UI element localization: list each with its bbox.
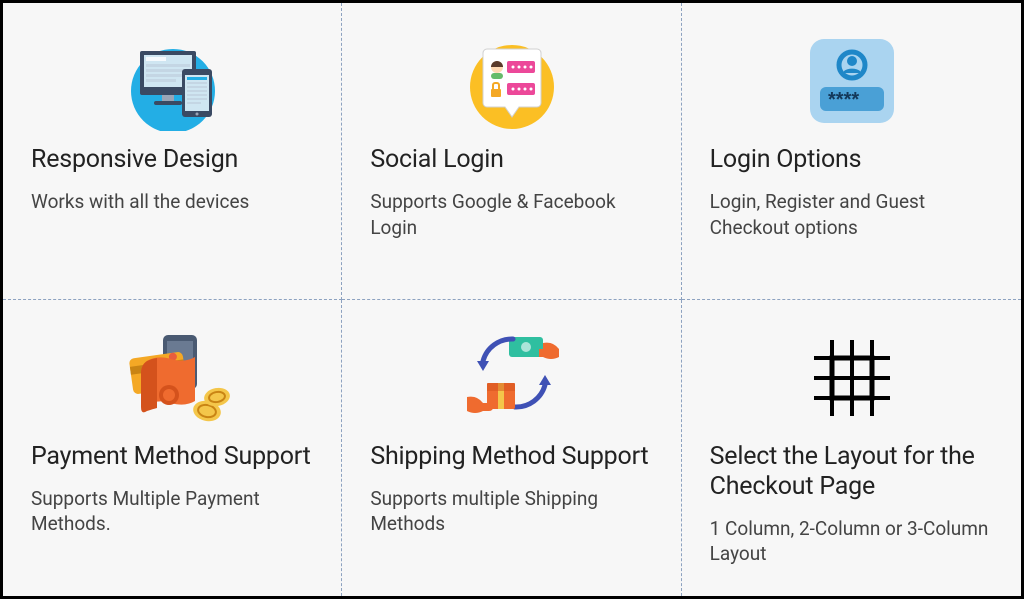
feature-desc: Supports Multiple Payment Methods. <box>31 486 315 537</box>
feature-title: Social Login <box>370 145 654 175</box>
feature-desc: Supports Google & Facebook Login <box>370 189 654 240</box>
feature-layout-select: Select the Layout for the Checkout Page … <box>682 300 1021 597</box>
feature-desc: Works with all the devices <box>31 189 315 215</box>
feature-desc: Login, Register and Guest Checkout optio… <box>710 189 995 240</box>
feature-title: Responsive Design <box>31 145 315 175</box>
social-login-icon <box>370 25 654 137</box>
feature-title: Select the Layout for the Checkout Page <box>710 442 995 502</box>
shipping-method-icon <box>370 322 654 434</box>
payment-method-icon <box>31 322 315 434</box>
feature-desc: Supports multiple Shipping Methods <box>370 486 654 537</box>
feature-title: Payment Method Support <box>31 442 315 472</box>
feature-login-options: **** Login Options Login, Register and G… <box>682 3 1021 300</box>
login-options-icon: **** <box>710 25 995 137</box>
feature-shipping-method: Shipping Method Support Supports multipl… <box>342 300 681 597</box>
feature-desc: 1 Column, 2-Column or 3-Column Layout <box>710 516 995 567</box>
layout-grid-icon <box>710 322 995 434</box>
svg-text:****: **** <box>828 89 859 111</box>
feature-social-login: Social Login Supports Google & Facebook … <box>342 3 681 300</box>
responsive-design-icon <box>31 25 315 137</box>
feature-grid: Responsive Design Works with all the dev… <box>0 0 1024 599</box>
feature-responsive-design: Responsive Design Works with all the dev… <box>3 3 342 300</box>
feature-title: Shipping Method Support <box>370 442 654 472</box>
feature-payment-method: Payment Method Support Supports Multiple… <box>3 300 342 597</box>
feature-title: Login Options <box>710 145 995 175</box>
